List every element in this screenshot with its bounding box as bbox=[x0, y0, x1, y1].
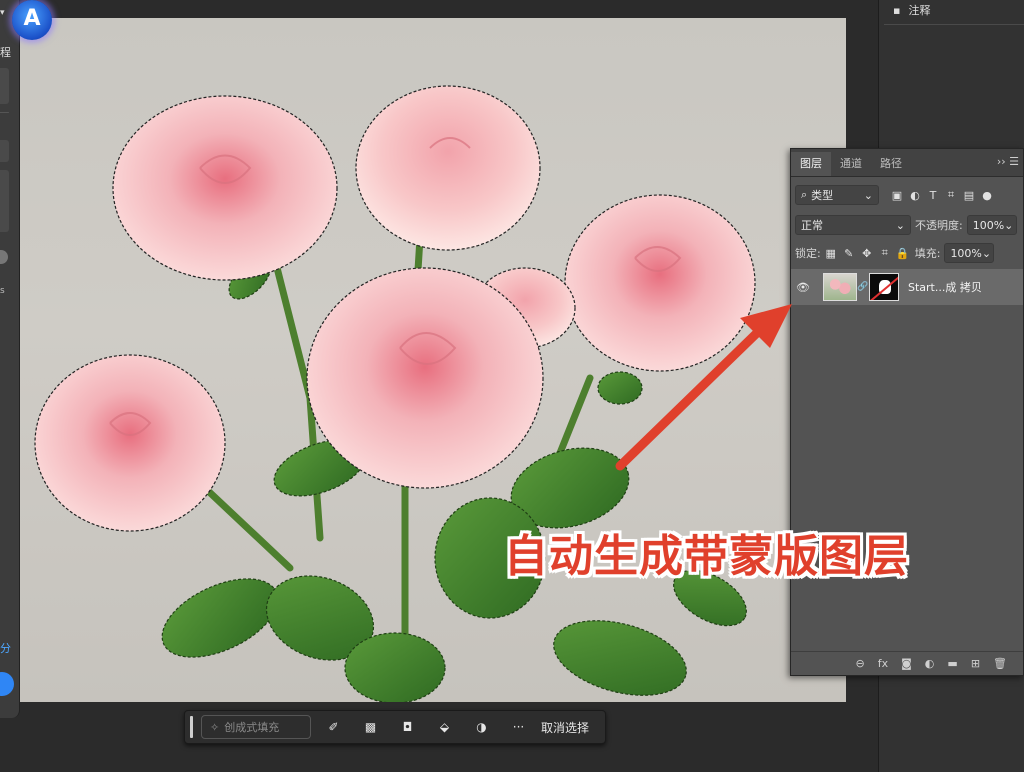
panel-partial-label: 程 bbox=[0, 46, 11, 59]
type-filter-icon[interactable]: T bbox=[925, 189, 941, 202]
panel-input-box[interactable] bbox=[0, 170, 9, 232]
search-icon: ⌕ bbox=[801, 188, 808, 201]
comment-icon: ▪ bbox=[893, 3, 901, 17]
layers-panel: 图层 通道 路径 ›› ☰ ⌕ 类型 ⌄ ▣ ◐ T ⌗ ▤ ● 正常 ⌄ 不透… bbox=[790, 148, 1024, 676]
lock-artboard-icon[interactable]: ⌗ bbox=[877, 246, 893, 260]
panel-menu-icon[interactable]: ›› ☰ bbox=[997, 155, 1019, 168]
new-layer-icon[interactable]: ⊞ bbox=[971, 657, 980, 670]
left-tool-panel: ▾ 程 s 分 bbox=[0, 0, 20, 718]
fill-input[interactable]: 100% ⌄ bbox=[944, 243, 995, 263]
notes-panel-header[interactable]: ▪ 注释 bbox=[893, 0, 930, 20]
generative-fill-label: 创成式填充 bbox=[224, 721, 280, 734]
chevron-down-icon: ⌄ bbox=[863, 188, 873, 202]
fill-value: 100% bbox=[950, 246, 982, 260]
lock-all-icon[interactable]: 🔒 bbox=[895, 247, 911, 260]
adjustment-layer-icon[interactable]: ◐ bbox=[925, 657, 935, 670]
layer-item[interactable]: 👁 🔗 Start...成 拷贝 bbox=[791, 269, 1023, 305]
deselect-button[interactable]: 取消选择 bbox=[541, 719, 589, 736]
link-layers-icon[interactable]: ⊖ bbox=[856, 657, 865, 670]
lock-image-icon[interactable]: ✎ bbox=[841, 247, 857, 260]
opacity-value: 100% bbox=[972, 218, 1005, 232]
shape-filter-icon[interactable]: ⌗ bbox=[943, 188, 959, 202]
delete-layer-icon[interactable]: 🗑 bbox=[993, 657, 1007, 670]
layer-name[interactable]: Start...成 拷贝 bbox=[908, 279, 982, 295]
new-group-icon[interactable]: ▬ bbox=[947, 657, 957, 670]
filter-kind-value: 类型 bbox=[811, 189, 834, 202]
opacity-input[interactable]: 100% ⌄ bbox=[966, 215, 1017, 235]
contextual-task-bar: ✧ 创成式填充 ✐ ▩ ◘ ⬙ ◑ ··· 取消选择 bbox=[184, 710, 606, 744]
modify-selection-icon[interactable]: ▩ bbox=[352, 720, 389, 734]
tab-layers[interactable]: 图层 bbox=[791, 152, 831, 176]
collapse-arrow-icon[interactable]: ▾ bbox=[0, 8, 5, 18]
lock-row: 锁定: ▦ ✎ ✥ ⌗ 🔒 填充: 100% ⌄ bbox=[791, 243, 1023, 263]
filter-toggle-icon[interactable]: ● bbox=[979, 189, 995, 202]
panel-partial-label: 分 bbox=[0, 642, 11, 655]
image-filter-icon[interactable]: ▣ bbox=[889, 189, 905, 202]
panel-tabs: 图层 通道 路径 ›› ☰ bbox=[791, 149, 1023, 177]
fill-label: 填充: bbox=[914, 247, 941, 260]
add-mask-icon[interactable]: ◙ bbox=[901, 657, 912, 670]
adjustment-icon[interactable]: ◑ bbox=[463, 720, 500, 734]
tab-paths[interactable]: 路径 bbox=[871, 152, 911, 176]
filter-kind-select[interactable]: ⌕ 类型 ⌄ bbox=[795, 185, 879, 205]
panel-input-box[interactable] bbox=[0, 140, 9, 162]
eye-icon[interactable]: 👁 bbox=[791, 281, 815, 294]
select-subject-icon[interactable]: ✐ bbox=[315, 720, 352, 734]
panel-input-box[interactable] bbox=[0, 68, 9, 104]
panel-toggle[interactable] bbox=[0, 250, 8, 264]
app-logo-icon[interactable]: A bbox=[12, 0, 52, 40]
generate-button[interactable] bbox=[0, 672, 14, 696]
lock-label: 锁定: bbox=[795, 247, 821, 260]
fill-icon[interactable]: ⬙ bbox=[426, 720, 463, 734]
adjustment-filter-icon[interactable]: ◐ bbox=[907, 189, 923, 202]
image-canvas[interactable] bbox=[20, 18, 846, 702]
document-workspace bbox=[0, 0, 878, 772]
generative-fill-button[interactable]: ✧ 创成式填充 bbox=[201, 715, 311, 739]
chain-link-icon[interactable]: 🔗 bbox=[857, 282, 869, 292]
layers-panel-footer: ⊖ fx ◙ ◐ ▬ ⊞ 🗑 bbox=[791, 651, 1023, 675]
panel-partial-label: s bbox=[0, 286, 5, 296]
blend-row: 正常 ⌄ 不透明度: 100% ⌄ bbox=[791, 215, 1023, 235]
notes-label: 注释 bbox=[908, 4, 931, 17]
tab-channels[interactable]: 通道 bbox=[831, 152, 871, 176]
sparkle-icon: ✧ bbox=[210, 720, 220, 734]
drag-handle[interactable] bbox=[190, 716, 193, 738]
mask-icon[interactable]: ◘ bbox=[389, 720, 426, 734]
chevron-down-icon: ⌄ bbox=[895, 218, 905, 232]
annotation-label: 自动生成带蒙版图层 bbox=[504, 531, 909, 582]
chevron-down-icon: ⌄ bbox=[1004, 218, 1014, 232]
chevron-down-icon: ⌄ bbox=[981, 246, 992, 260]
lock-transparent-icon[interactable]: ▦ bbox=[823, 247, 839, 260]
blend-mode-value: 正常 bbox=[801, 219, 823, 232]
blend-mode-select[interactable]: 正常 ⌄ bbox=[795, 215, 911, 235]
opacity-label: 不透明度: bbox=[915, 219, 963, 232]
fx-icon[interactable]: fx bbox=[878, 657, 888, 670]
panel-divider bbox=[0, 112, 9, 113]
rose-bouquet-image bbox=[34, 85, 756, 702]
more-icon[interactable]: ··· bbox=[500, 720, 537, 734]
layer-mask-thumbnail[interactable] bbox=[869, 273, 899, 301]
lock-position-icon[interactable]: ✥ bbox=[859, 247, 875, 260]
layer-filter-row: ⌕ 类型 ⌄ ▣ ◐ T ⌗ ▤ ● bbox=[791, 185, 1023, 205]
smart-object-filter-icon[interactable]: ▤ bbox=[961, 189, 977, 202]
dock-divider bbox=[884, 24, 1024, 25]
layer-thumbnail[interactable] bbox=[823, 273, 857, 301]
